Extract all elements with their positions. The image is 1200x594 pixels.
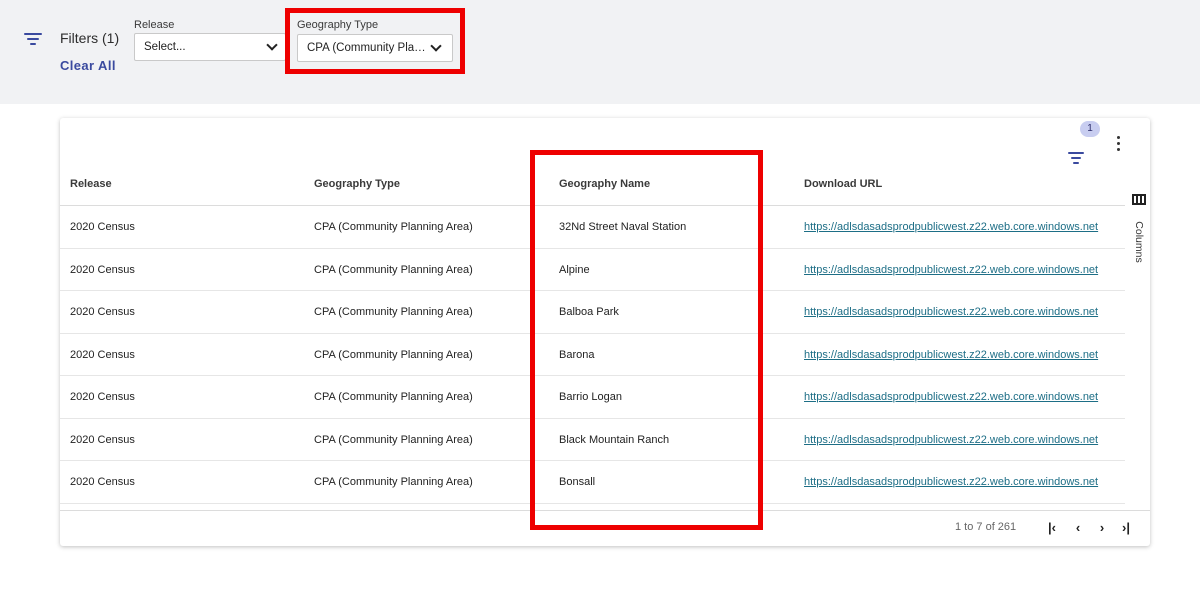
cell-release: 2020 Census: [70, 306, 135, 318]
cell-geography-name: Bonsall: [559, 476, 596, 488]
cell-release: 2020 Census: [70, 221, 135, 233]
filters-count-label: Filters (1): [60, 30, 120, 46]
geography-type-label: Geography Type: [297, 19, 379, 31]
data-grid: Release Geography Type Geography Name Do…: [60, 162, 1125, 504]
cell-geography-name: 32Nd Street Naval Station: [559, 221, 687, 233]
more-options-icon[interactable]: [1114, 136, 1124, 152]
cell-geography-type: CPA (Community Planning Area): [314, 306, 473, 318]
table-row: 2020 Census CPA (Community Planning Area…: [60, 249, 1126, 291]
release-label: Release: [134, 19, 175, 31]
cell-download-url-link[interactable]: https://adlsdasadsprodpublicwest.z22.web…: [804, 419, 1126, 461]
release-select[interactable]: Select...: [134, 33, 286, 61]
filter-count-badge: 1: [1080, 121, 1100, 137]
cell-geography-name: Barrio Logan: [559, 391, 622, 403]
cell-geography-name: Barona: [559, 348, 595, 361]
cell-release: 2020 Census: [70, 263, 135, 276]
grid-filter-button[interactable]: [1068, 134, 1096, 164]
table-row: 2020 Census CPA (Community Planning Area…: [60, 334, 1126, 376]
cell-geography-type: CPA (Community Planning Area): [314, 348, 473, 361]
columns-icon: [1132, 194, 1146, 205]
header-geography-name[interactable]: Geography Name: [559, 162, 650, 206]
previous-page-icon[interactable]: ‹: [1071, 521, 1085, 535]
cell-download-url-link[interactable]: https://adlsdasadsprodpublicwest.z22.web…: [804, 461, 1126, 503]
cell-geography-type: CPA (Community Planning Area): [314, 476, 473, 488]
table-row: 2020 Census CPA (Community Planning Area…: [60, 291, 1125, 334]
cell-release: 2020 Census: [70, 348, 135, 361]
cell-geography-type: CPA (Community Planning Area): [314, 263, 473, 276]
clear-all-button[interactable]: Clear All: [60, 58, 116, 73]
cell-geography-name: Alpine: [559, 263, 590, 276]
pager-summary: 1 to 7 of 261: [955, 521, 1017, 533]
cell-geography-type: CPA (Community Planning Area): [314, 221, 473, 233]
cell-geography-type: CPA (Community Planning Area): [314, 391, 473, 403]
header-release[interactable]: Release: [70, 162, 112, 206]
cell-download-url-link[interactable]: https://adlsdasadsprodpublicwest.z22.web…: [804, 249, 1126, 291]
release-select-value: Select...: [144, 41, 186, 53]
cell-download-url-link[interactable]: https://adlsdasadsprodpublicwest.z22.web…: [804, 291, 1126, 333]
columns-panel-toggle[interactable]: Columns: [1131, 190, 1149, 270]
filter-bar: Filters (1) Clear All Release Select... …: [0, 0, 1200, 104]
geography-type-select[interactable]: CPA (Community Planning Area): [297, 34, 453, 62]
cell-geography-type: CPA (Community Planning Area): [314, 433, 473, 446]
cell-release: 2020 Census: [70, 391, 135, 403]
table-row: 2020 Census CPA (Community Planning Area…: [60, 206, 1125, 249]
cell-download-url-link[interactable]: https://adlsdasadsprodpublicwest.z22.web…: [804, 334, 1126, 376]
header-download-url[interactable]: Download URL: [804, 162, 882, 206]
grid-pager: 1 to 7 of 261 |‹ ‹ › ›|: [60, 510, 1150, 546]
columns-label: Columns: [1133, 221, 1145, 263]
cell-geography-name: Balboa Park: [559, 306, 619, 318]
cell-release: 2020 Census: [70, 476, 135, 488]
table-row: 2020 Census CPA (Community Planning Area…: [60, 461, 1125, 504]
grid-header-row: Release Geography Type Geography Name Do…: [60, 162, 1125, 206]
data-grid-card: 1 Release Geography Type Geography Name …: [60, 118, 1150, 546]
cell-download-url-link[interactable]: https://adlsdasadsprodpublicwest.z22.web…: [804, 376, 1126, 418]
next-page-icon[interactable]: ›: [1095, 521, 1109, 535]
cell-download-url-link[interactable]: https://adlsdasadsprodpublicwest.z22.web…: [804, 206, 1126, 248]
cell-release: 2020 Census: [70, 433, 135, 446]
table-row: 2020 Census CPA (Community Planning Area…: [60, 419, 1126, 461]
cell-geography-name: Black Mountain Ranch: [559, 433, 670, 446]
table-row: 2020 Census CPA (Community Planning Area…: [60, 376, 1125, 419]
first-page-icon[interactable]: |‹: [1045, 521, 1059, 535]
header-geography-type[interactable]: Geography Type: [314, 162, 400, 206]
filter-icon[interactable]: [24, 33, 42, 47]
last-page-icon[interactable]: ›|: [1119, 521, 1133, 535]
